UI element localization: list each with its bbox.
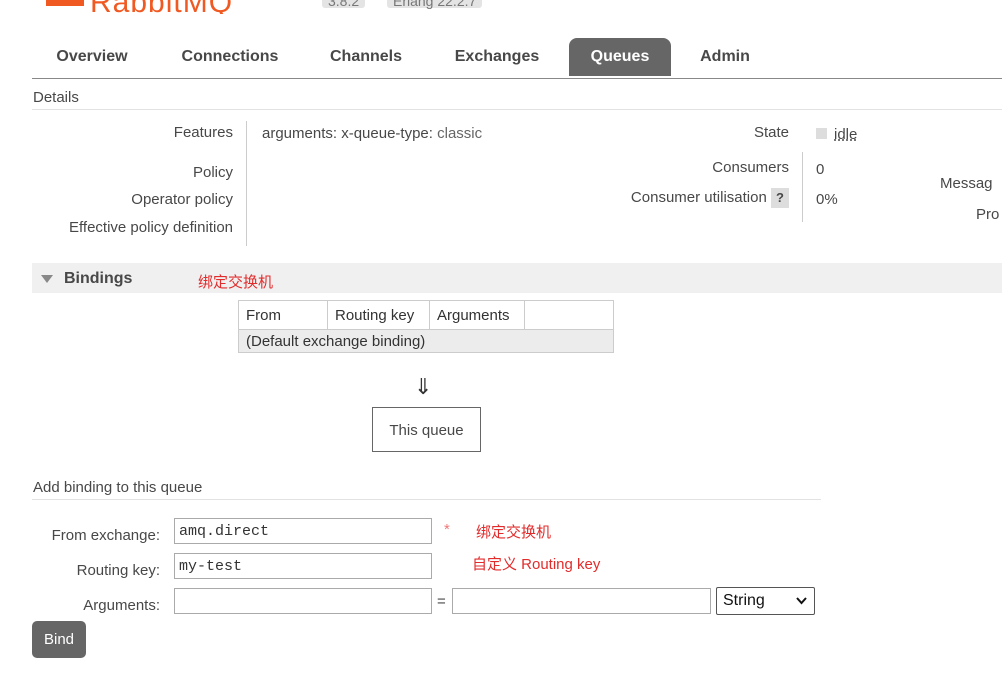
queue-type-value: classic [437,125,483,142]
bindings-title[interactable]: Bindings [64,270,132,288]
erlang-badge: Erlang 22.2.7 [387,0,483,8]
process-label: Pro [976,206,1000,223]
tab-overview[interactable]: Overview [40,38,144,76]
features-value: arguments: x-queue-type: classic [262,125,482,142]
features-label: Features [173,124,233,141]
required-mark: * [444,521,450,538]
state-column-divider [802,152,803,222]
bind-button[interactable]: Bind [32,621,86,658]
effective-policy-label: Effective policy definition [69,219,233,236]
tab-exchanges[interactable]: Exchanges [438,38,556,76]
version-badge: 3.8.2 [322,0,366,8]
state-indicator-icon [816,128,827,139]
from-exchange-input[interactable] [174,518,432,544]
add-binding-title[interactable]: Add binding to this queue [33,479,202,496]
routing-key-input[interactable] [174,553,432,579]
from-exchange-annotation: 绑定交换机 [476,524,552,541]
argument-key-input[interactable] [174,588,432,614]
down-arrow-icon: ⇓ [414,374,433,399]
state-label: State [753,124,789,141]
routing-key-label: Routing key: [76,562,160,579]
help-icon[interactable]: ? [771,188,789,208]
table-row: (Default exchange binding) [238,329,614,353]
tab-channels[interactable]: Channels [316,38,416,76]
messages-label: Messag [940,175,993,192]
bindings-section-header[interactable] [32,263,1002,293]
state-value: idle [834,126,858,143]
consumer-utilisation-label: Consumer utilisation ? [560,188,789,208]
details-divider [32,109,1002,110]
bindings-table: From Routing key Arguments (Default exch… [238,300,614,353]
default-binding-cell: (Default exchange binding) [238,329,614,353]
main-tabs: Overview Connections Channels Exchanges … [32,38,1002,79]
argument-type-selected: String [723,592,765,609]
bindings-annotation: 绑定交换机 [198,274,274,291]
routing-key-annotation: 自定义 Routing key [472,556,601,573]
consumer-utilisation-text: Consumer utilisation [630,189,767,206]
logo-text: RabbitMQ [90,0,233,14]
tab-connections[interactable]: Connections [165,38,295,76]
details-section-title[interactable]: Details [33,89,79,106]
arguments-label: Arguments: [83,597,160,614]
argument-type-select[interactable]: String [716,587,815,615]
consumers-value: 0 [816,161,825,178]
bindings-table-wrapper: From Routing key Arguments (Default exch… [238,300,614,353]
header-logo-strip: RabbitMQ 3.8.2 Erlang 22.2.7 [0,0,1002,14]
argument-value-input[interactable] [452,588,711,614]
column-header-actions [524,300,614,330]
tab-queues[interactable]: Queues [569,38,671,76]
column-header-arguments: Arguments [429,300,525,330]
tab-admin[interactable]: Admin [683,38,767,76]
policy-label: Policy [192,164,233,181]
collapse-triangle-icon[interactable] [41,275,53,283]
chevron-down-icon [796,597,807,605]
equals-sign: = [437,593,446,610]
column-header-from: From [238,300,328,330]
this-queue-box: This queue [372,407,481,452]
column-header-routing-key: Routing key [327,300,430,330]
consumer-utilisation-value: 0% [816,191,838,208]
add-binding-divider [32,499,821,500]
details-column-divider [246,121,247,246]
features-subkey: x-queue-type: [341,125,433,142]
from-exchange-label: From exchange: [51,527,160,544]
features-key: arguments: [262,125,338,142]
rabbitmq-logo-icon [46,0,84,6]
consumers-label: Consumers [712,159,789,176]
operator-policy-label: Operator policy [131,191,233,208]
